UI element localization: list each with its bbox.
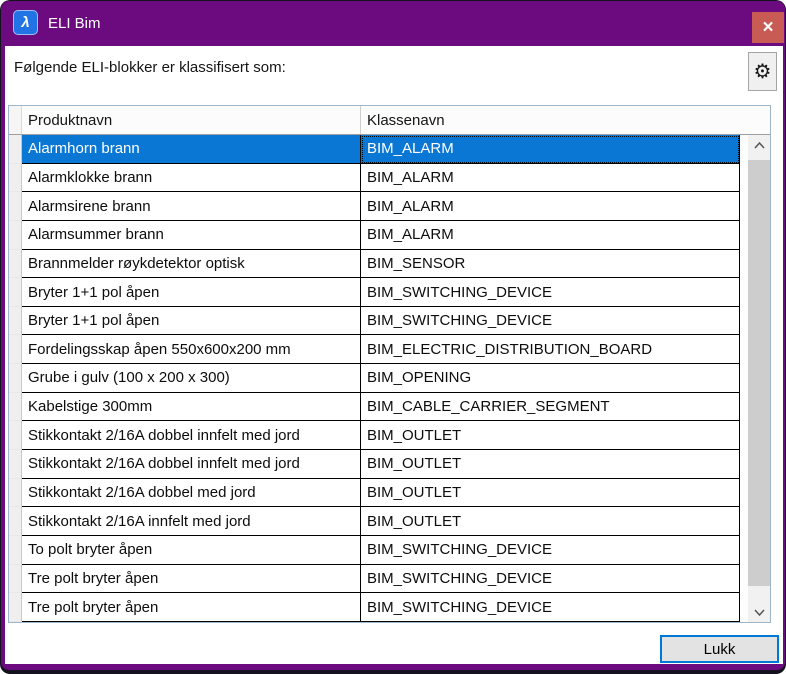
cell-produktnavn[interactable]: Bryter 1+1 pol åpen: [22, 307, 361, 336]
column-header-produktnavn[interactable]: Produktnavn: [22, 106, 361, 134]
cell-produktnavn[interactable]: Alarmsirene brann: [22, 192, 361, 221]
settings-button[interactable]: ⚙: [748, 52, 777, 91]
cell-klassenavn[interactable]: BIM_OUTLET: [361, 479, 740, 508]
scroll-up-button[interactable]: [748, 135, 770, 155]
cell-klassenavn[interactable]: BIM_OPENING: [361, 364, 740, 393]
row-selector-cell[interactable]: [9, 364, 22, 393]
table-header-row: Produktnavn Klassenavn: [9, 106, 770, 135]
cell-produktnavn[interactable]: Stikkontakt 2/16A dobbel innfelt med jor…: [22, 450, 361, 479]
row-selector-cell[interactable]: [9, 164, 22, 193]
vertical-scrollbar[interactable]: [748, 135, 770, 622]
row-selector-cell[interactable]: [9, 450, 22, 479]
row-selector-cell[interactable]: [9, 393, 22, 422]
header-selector-cell[interactable]: [9, 106, 22, 134]
cell-klassenavn[interactable]: BIM_ALARM: [361, 135, 740, 164]
row-selector-cell[interactable]: [9, 221, 22, 250]
table-row[interactable]: Stikkontakt 2/16A dobbel med jord BIM_OU…: [9, 479, 740, 508]
cell-produktnavn[interactable]: Stikkontakt 2/16A dobbel innfelt med jor…: [22, 421, 361, 450]
cell-produktnavn[interactable]: Stikkontakt 2/16A innfelt med jord: [22, 507, 361, 536]
cell-klassenavn[interactable]: BIM_CABLE_CARRIER_SEGMENT: [361, 393, 740, 422]
column-header-klassenavn[interactable]: Klassenavn: [361, 106, 770, 134]
bricscad-app-icon: λ: [13, 10, 38, 35]
row-selector-cell[interactable]: [9, 536, 22, 565]
cell-klassenavn[interactable]: BIM_ALARM: [361, 164, 740, 193]
table-row[interactable]: Stikkontakt 2/16A dobbel innfelt med jor…: [9, 421, 740, 450]
table-right-spacer: [740, 135, 748, 622]
table-row[interactable]: Stikkontakt 2/16A innfelt med jord BIM_O…: [9, 507, 740, 536]
row-selector-cell[interactable]: [9, 479, 22, 508]
cell-klassenavn[interactable]: BIM_SENSOR: [361, 250, 740, 279]
table-row[interactable]: Bryter 1+1 pol åpen BIM_SWITCHING_DEVICE: [9, 278, 740, 307]
table-row[interactable]: Brannmelder røykdetektor optisk BIM_SENS…: [9, 250, 740, 279]
close-icon: ×: [762, 17, 773, 39]
cell-klassenavn[interactable]: BIM_SWITCHING_DEVICE: [361, 593, 740, 622]
cell-produktnavn[interactable]: To polt bryter åpen: [22, 536, 361, 565]
cell-klassenavn[interactable]: BIM_SWITCHING_DEVICE: [361, 307, 740, 336]
cell-produktnavn[interactable]: Stikkontakt 2/16A dobbel med jord: [22, 479, 361, 508]
table-row[interactable]: Bryter 1+1 pol åpen BIM_SWITCHING_DEVICE: [9, 307, 740, 336]
gear-icon: ⚙: [754, 59, 772, 84]
cell-klassenavn[interactable]: BIM_SWITCHING_DEVICE: [361, 565, 740, 594]
scrollbar-track-bottom[interactable]: [748, 586, 770, 602]
row-selector-cell[interactable]: [9, 421, 22, 450]
classification-table: Produktnavn Klassenavn Alarmhorn brann B…: [8, 105, 771, 623]
table-row[interactable]: Alarmhorn brann BIM_ALARM: [9, 135, 740, 164]
row-selector-cell[interactable]: [9, 278, 22, 307]
row-selector-cell[interactable]: [9, 250, 22, 279]
table-row[interactable]: Alarmsirene brann BIM_ALARM: [9, 192, 740, 221]
cell-produktnavn[interactable]: Grube i gulv (100 x 200 x 300): [22, 364, 361, 393]
dialog-content: Følgende ELI-blokker er klassifisert som…: [5, 46, 783, 664]
cell-klassenavn[interactable]: BIM_ALARM: [361, 192, 740, 221]
row-selector-cell[interactable]: [9, 135, 22, 164]
cell-produktnavn[interactable]: Brannmelder røykdetektor optisk: [22, 250, 361, 279]
cell-klassenavn[interactable]: BIM_OUTLET: [361, 450, 740, 479]
lukk-button[interactable]: Lukk: [660, 635, 779, 663]
close-window-button[interactable]: ×: [752, 12, 784, 43]
table-rows: Alarmhorn brann BIM_ALARM Alarmklokke br…: [9, 135, 740, 622]
cell-produktnavn[interactable]: Fordelingsskap åpen 550x600x200 mm: [22, 335, 361, 364]
cell-produktnavn[interactable]: Tre polt bryter åpen: [22, 593, 361, 622]
cell-produktnavn[interactable]: Bryter 1+1 pol åpen: [22, 278, 361, 307]
window-title: ELI Bim: [48, 1, 101, 46]
cell-klassenavn[interactable]: BIM_OUTLET: [361, 421, 740, 450]
table-row[interactable]: Tre polt bryter åpen BIM_SWITCHING_DEVIC…: [9, 593, 740, 622]
table-body: Alarmhorn brann BIM_ALARM Alarmklokke br…: [9, 135, 770, 622]
intro-label: Følgende ELI-blokker er klassifisert som…: [14, 59, 286, 76]
cell-klassenavn[interactable]: BIM_OUTLET: [361, 507, 740, 536]
table-row[interactable]: Alarmsummer brann BIM_ALARM: [9, 221, 740, 250]
row-selector-cell[interactable]: [9, 507, 22, 536]
title-bar[interactable]: λ ELI Bim ×: [1, 1, 785, 46]
chevron-down-icon: [754, 609, 765, 616]
dialog-frame: λ ELI Bim × Følgende ELI-blokker er klas…: [0, 0, 786, 674]
scrollbar-thumb[interactable]: [748, 160, 770, 586]
cell-klassenavn[interactable]: BIM_ELECTRIC_DISTRIBUTION_BOARD: [361, 335, 740, 364]
table-row[interactable]: Grube i gulv (100 x 200 x 300) BIM_OPENI…: [9, 364, 740, 393]
cell-klassenavn[interactable]: BIM_SWITCHING_DEVICE: [361, 278, 740, 307]
cell-produktnavn[interactable]: Tre polt bryter åpen: [22, 565, 361, 594]
cell-produktnavn[interactable]: Kabelstige 300mm: [22, 393, 361, 422]
table-row[interactable]: Kabelstige 300mm BIM_CABLE_CARRIER_SEGME…: [9, 393, 740, 422]
table-row[interactable]: Tre polt bryter åpen BIM_SWITCHING_DEVIC…: [9, 565, 740, 594]
row-selector-cell[interactable]: [9, 593, 22, 622]
row-selector-cell[interactable]: [9, 335, 22, 364]
row-selector-cell[interactable]: [9, 307, 22, 336]
lambda-icon: λ: [21, 14, 29, 31]
scroll-down-button[interactable]: [748, 602, 770, 622]
chevron-up-icon: [754, 142, 765, 149]
table-row[interactable]: Stikkontakt 2/16A dobbel innfelt med jor…: [9, 450, 740, 479]
table-row[interactable]: Alarmklokke brann BIM_ALARM: [9, 164, 740, 193]
cell-klassenavn[interactable]: BIM_SWITCHING_DEVICE: [361, 536, 740, 565]
cell-produktnavn[interactable]: Alarmhorn brann: [22, 135, 361, 164]
row-selector-cell[interactable]: [9, 565, 22, 594]
cell-klassenavn[interactable]: BIM_ALARM: [361, 221, 740, 250]
cell-produktnavn[interactable]: Alarmklokke brann: [22, 164, 361, 193]
row-selector-cell[interactable]: [9, 192, 22, 221]
table-row[interactable]: To polt bryter åpen BIM_SWITCHING_DEVICE: [9, 536, 740, 565]
table-row[interactable]: Fordelingsskap åpen 550x600x200 mm BIM_E…: [9, 335, 740, 364]
cell-produktnavn[interactable]: Alarmsummer brann: [22, 221, 361, 250]
eli-bim-dialog: λ ELI Bim × Følgende ELI-blokker er klas…: [1, 1, 785, 670]
